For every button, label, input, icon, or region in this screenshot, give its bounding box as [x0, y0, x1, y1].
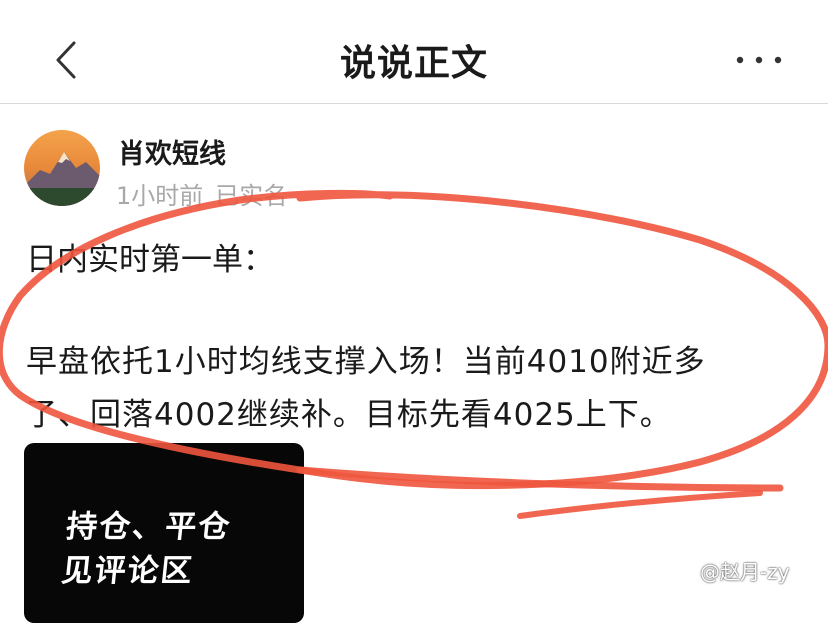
more-dots-icon[interactable]: [734, 53, 784, 67]
avatar[interactable]: [24, 130, 100, 206]
post-image[interactable]: 持仓、平仓 见评论区: [24, 443, 304, 623]
mountain-avatar-image: [24, 130, 100, 206]
post-time: 1小时前: [116, 182, 204, 210]
image-caption-line: 见评论区: [59, 553, 196, 589]
top-nav-bar: 说说正文: [0, 0, 828, 104]
post-meta: 1小时前 已实名: [116, 176, 287, 211]
image-caption: 持仓、平仓 见评论区: [59, 505, 233, 593]
image-caption-line: 持仓、平仓: [64, 509, 234, 545]
watermark: @赵月-zy: [700, 560, 790, 584]
post-text-line: 日内实时第一单：: [26, 242, 274, 278]
verified-badge: 已实名: [215, 182, 288, 210]
post-text-line: 了、回落4002继续补。目标先看4025上下。: [26, 397, 672, 433]
author-name[interactable]: 肖欢短线: [118, 132, 226, 171]
post-text-line: 早盘依托1小时均线支撑入场！当前4010附近多: [26, 344, 706, 380]
page-title: 说说正文: [339, 43, 488, 84]
